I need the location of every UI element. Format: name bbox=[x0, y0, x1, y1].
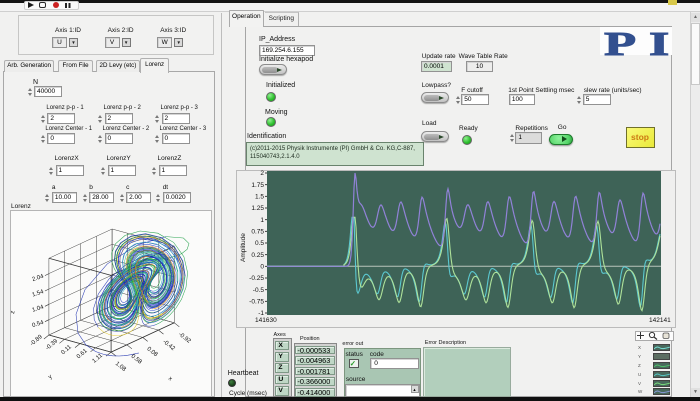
svg-text:0.75: 0.75 bbox=[251, 229, 264, 236]
svg-text:1: 1 bbox=[260, 217, 264, 224]
svg-text:-0.75: -0.75 bbox=[249, 299, 264, 306]
svg-text:0: 0 bbox=[260, 264, 264, 271]
svg-text:1.25: 1.25 bbox=[251, 205, 264, 212]
svg-text:1.5: 1.5 bbox=[255, 194, 264, 201]
svg-text:0.5: 0.5 bbox=[255, 240, 264, 247]
svg-text:-0.5: -0.5 bbox=[253, 287, 265, 294]
svg-text:1.75: 1.75 bbox=[251, 182, 264, 189]
svg-text:-0.25: -0.25 bbox=[249, 275, 264, 282]
svg-text:2: 2 bbox=[260, 170, 264, 177]
svg-text:0.25: 0.25 bbox=[251, 252, 264, 259]
